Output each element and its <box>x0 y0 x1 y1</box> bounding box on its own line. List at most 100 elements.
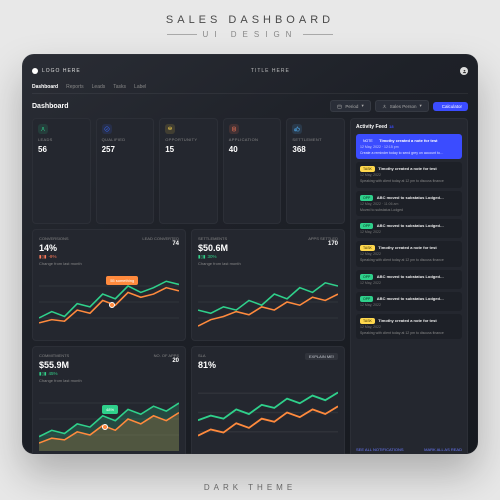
card-subtext: Change from last month <box>39 378 179 383</box>
feed-item[interactable]: TASK Timothy created a note for test 12 … <box>356 314 462 339</box>
feed-tag: OPP <box>360 223 373 229</box>
check-icon <box>102 124 112 134</box>
commitments-card: COMMITMENTS NO. OF APPS20 $55.9M ▮▯▮45% … <box>32 346 186 454</box>
logo-icon <box>32 68 38 74</box>
feed-count: 18 <box>389 124 393 129</box>
tab-label[interactable]: Label <box>134 84 146 90</box>
chart-icon: ▮▯▮ <box>39 371 46 377</box>
card-right: APPS SETTLED170 <box>308 236 338 247</box>
kpi-label: APPLICATION <box>229 137 276 142</box>
salesperson-label: Sales Person <box>390 104 417 109</box>
feed-item-date: 12 May, 2022 <box>360 230 458 234</box>
chart-icon: ▮▯▮ <box>39 254 46 260</box>
chart-pin-icon <box>109 302 115 308</box>
feed-item[interactable]: OPP ABC moved to substatus Lodged… 12 Ma… <box>356 270 462 289</box>
period-filter[interactable]: Period▾ <box>330 100 370 112</box>
mockup-subtitle: UI DESIGN <box>0 30 500 39</box>
kpi-qualified[interactable]: QUALIFIED 257 <box>96 118 155 224</box>
feed-tag: TASK <box>360 166 375 172</box>
card-subtext: Change from last month <box>39 261 179 266</box>
chart-badge: 48% <box>102 405 118 414</box>
feed-item-title: Timothy created a note for test <box>379 138 437 143</box>
feed-item[interactable]: OPP ABC moved to substatus Lodged… 12 Ma… <box>356 219 462 238</box>
feed-item-title: Timothy created a note for test <box>378 245 436 250</box>
chevron-down-icon: ▾ <box>361 103 363 109</box>
card-subtext: Change from last month <box>198 261 338 266</box>
logo-text: LOGO HERE <box>42 68 81 74</box>
feed-item-title: Timothy created a note for test <box>378 166 436 171</box>
kpi-label: OPPORTUNITY <box>165 137 212 142</box>
card-right: LEAD CONVERTED74 <box>142 236 179 247</box>
feed-tag: OPP <box>360 274 373 280</box>
feed-item-body: Moved to substatus Lodged <box>360 208 458 212</box>
tab-reports[interactable]: Reports <box>66 84 84 90</box>
kpi-leads[interactable]: LEADS 56 <box>32 118 91 224</box>
tab-leads[interactable]: Leads <box>92 84 106 90</box>
period-label: Period <box>345 104 358 109</box>
feed-item-title: ABC moved to substatus Lodged… <box>377 296 444 301</box>
trend-indicator: ▮▯▮45% <box>39 371 179 377</box>
feed-item[interactable]: OPP ABC moved to substatus Lodged… 12 Ma… <box>356 191 462 216</box>
feed-list[interactable]: NOTE Timothy created a note for test 12 … <box>356 134 462 443</box>
header-row: Dashboard Period▾ Sales Person▾ Calculat… <box>32 100 468 112</box>
feed-item-date: 12 May, 2022 <box>360 281 458 285</box>
nav-tabs: Dashboard Reports Leads Tasks Label <box>32 84 468 94</box>
kpi-value: 15 <box>165 145 212 154</box>
feed-item-title: Timothy created a note for test <box>378 318 436 323</box>
feed-tag: NOTE <box>360 138 376 144</box>
feed-item[interactable]: TASK Timothy created a note for test 12 … <box>356 162 462 187</box>
device-frame: LOGO HERE TITLE HERE Dashboard Reports L… <box>22 54 478 454</box>
chevron-down-icon: ▾ <box>419 103 421 109</box>
conversions-card: CONVERSIONS LEAD CONVERTED74 14% ▮▯▮-9% … <box>32 229 186 341</box>
kpi-opportunity[interactable]: OPPORTUNITY 15 <box>159 118 218 224</box>
kpi-value: 368 <box>292 145 339 154</box>
feed-tag: OPP <box>360 195 373 201</box>
trend-indicator: ▮▯▮-9% <box>39 254 179 260</box>
feed-tag: TASK <box>360 245 375 251</box>
chart-badge: 55 something <box>106 276 138 285</box>
kpi-label: LEADS <box>38 137 85 142</box>
feed-item-body: Speaking with client today at 12 pm to d… <box>360 258 458 262</box>
feed-item-body: Speaking with client today at 12 pm to d… <box>360 331 458 335</box>
kpi-label: SETTLEMENT <box>292 137 339 142</box>
feed-item[interactable]: OPP ABC moved to substatus Lodged… 12 Ma… <box>356 292 462 311</box>
tab-tasks[interactable]: Tasks <box>113 84 126 90</box>
kpi-row: LEADS 56 QUALIFIED 257 OPPORTUNITY 15 AP… <box>32 118 345 224</box>
feed-item-date: 12 May, 2022 <box>360 303 458 307</box>
user-icon <box>38 124 48 134</box>
feed-footer: SEE ALL NOTIFICATIONS MARK ALL AS READ <box>356 447 462 452</box>
sla-card: SLA EXPLAIN ME! 81% <box>191 346 345 454</box>
feed-item-title: ABC moved to substatus Lodged… <box>377 195 444 200</box>
kpi-settlement[interactable]: SETTLEMENT 368 <box>286 118 345 224</box>
feed-item-date: 12 May, 2022 <box>360 325 458 329</box>
page-title: Dashboard <box>32 103 326 110</box>
kpi-value: 40 <box>229 145 276 154</box>
kpi-value: 257 <box>102 145 149 154</box>
window-title: TITLE HERE <box>81 68 460 74</box>
sales-person-filter[interactable]: Sales Person▾ <box>375 100 429 112</box>
feed-item-date: 12 May, 2022 <box>360 173 458 177</box>
kpi-application[interactable]: APPLICATION 40 <box>223 118 282 224</box>
card-right: NO. OF APPS20 <box>154 353 179 364</box>
settlements-card: SETTLEMENTS APPS SETTLED170 $50.6M ▮▯▮30… <box>191 229 345 341</box>
chart-sla <box>198 374 338 451</box>
feed-item-date: 12 May, 2022 · 12:15 pm <box>360 145 458 149</box>
kpi-label: QUALIFIED <box>102 137 149 142</box>
mark-read-link[interactable]: MARK ALL AS READ <box>424 447 462 452</box>
chart-icon: ▮▯▮ <box>198 254 205 260</box>
avatar-icon[interactable] <box>460 67 468 75</box>
chart-settlements <box>198 270 338 334</box>
explain-button[interactable]: EXPLAIN ME! <box>305 353 338 360</box>
see-all-link[interactable]: SEE ALL NOTIFICATIONS <box>356 447 404 452</box>
trend-indicator: ▮▯▮30% <box>198 254 338 260</box>
feed-item-title: ABC moved to substatus Lodged… <box>377 223 444 228</box>
tab-dashboard[interactable]: Dashboard <box>32 84 58 90</box>
feed-item-body: Speaking with client today at 12 pm to d… <box>360 179 458 183</box>
kpi-value: 56 <box>38 145 85 154</box>
feed-item[interactable]: NOTE Timothy created a note for test 12 … <box>356 134 462 159</box>
feed-tag: OPP <box>360 296 373 302</box>
coins-icon <box>165 124 175 134</box>
feed-item[interactable]: TASK Timothy created a note for test 12 … <box>356 241 462 266</box>
calculator-button[interactable]: Calculator <box>433 102 468 111</box>
chart-conversions: 55 something <box>39 270 179 334</box>
